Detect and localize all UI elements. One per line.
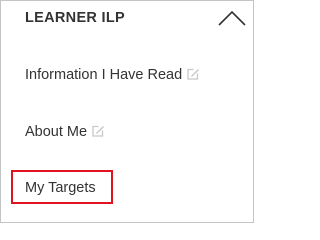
nav-item-information-i-have-read[interactable]: Information I Have Read — [25, 63, 200, 87]
learner-ilp-panel: LEARNER ILP Information I Have Read Abou… — [0, 0, 254, 223]
edit-icon — [92, 125, 105, 137]
section-title: LEARNER ILP — [25, 10, 125, 26]
section-header[interactable]: LEARNER ILP — [1, 1, 253, 37]
highlight-box — [11, 170, 113, 204]
nav-item-label: About Me — [25, 124, 88, 140]
nav-item-about-me[interactable]: About Me — [25, 120, 105, 144]
chevron-up-icon[interactable] — [217, 10, 247, 26]
nav-item-label: Information I Have Read — [25, 67, 183, 83]
edit-icon — [187, 68, 200, 80]
